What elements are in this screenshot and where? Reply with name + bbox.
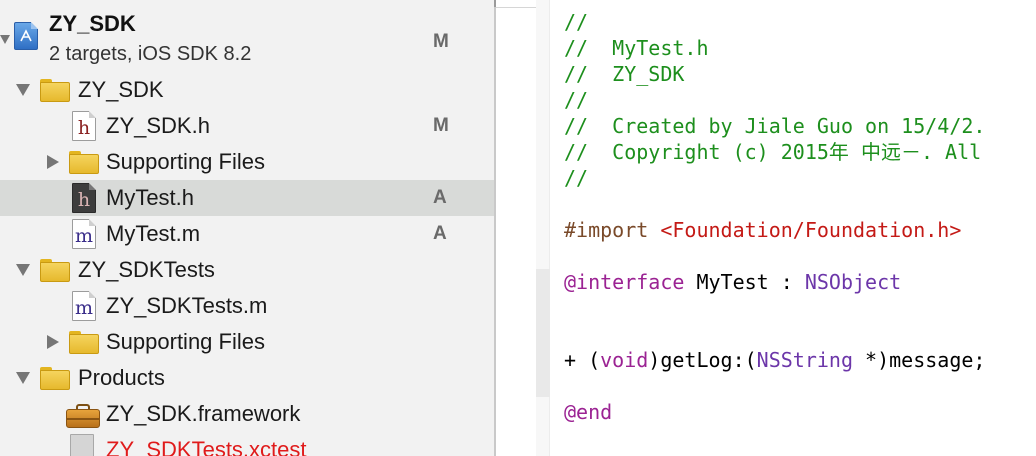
disclosure-triangle-down-icon[interactable]: [0, 34, 14, 48]
code-line-interface[interactable]: @interface MyTest : NSObject: [564, 269, 901, 295]
jump-bar-edge: [496, 7, 536, 8]
group-label: ZY_SDK: [78, 77, 164, 102]
file-label: ZY_SDKTests.xctest: [106, 437, 307, 456]
folder-icon: [40, 259, 70, 282]
source-control-status-badge: A: [433, 223, 447, 244]
code-line-import[interactable]: #import <Foundation/Foundation.h>: [564, 217, 961, 243]
source-control-status-badge: M: [433, 115, 449, 136]
framework-toolbox-icon: [66, 404, 100, 428]
code-line-6[interactable]: // Copyright (c) 2015年 中远－. All: [564, 139, 981, 165]
file-row-zy-sdk-framework[interactable]: ZY_SDK.framework: [0, 396, 494, 432]
folder-icon: [69, 331, 99, 354]
return-type: void: [600, 348, 649, 372]
group-label: ZY_SDKTests: [78, 257, 215, 282]
header-file-icon: h: [72, 183, 96, 213]
source-editor[interactable]: // // MyTest.h // ZY_SDK // // Created b…: [536, 0, 1036, 456]
group-row-supporting-files[interactable]: Supporting Files: [0, 144, 494, 180]
project-navigator: ZY_SDK 2 targets, iOS SDK 8.2 M ZY_SDK h…: [0, 0, 494, 456]
test-bundle-icon: [70, 434, 94, 456]
disclosure-triangle-down-icon[interactable]: [16, 371, 30, 385]
code-line-3[interactable]: // ZY_SDK: [564, 61, 684, 87]
implementation-file-icon: m: [72, 219, 96, 249]
file-row-mytest-h[interactable]: h MyTest.h A: [0, 180, 494, 216]
code-line-end[interactable]: @end: [564, 399, 612, 425]
implementation-file-icon: m: [72, 291, 96, 321]
code-line-4[interactable]: //: [564, 87, 588, 113]
source-control-status-badge: M: [433, 31, 449, 52]
group-row-zy-sdktests[interactable]: ZY_SDKTests: [0, 252, 494, 288]
import-path: <Foundation/Foundation.h>: [660, 218, 962, 242]
disclosure-triangle-down-icon[interactable]: [16, 263, 30, 277]
disclosure-triangle-right-icon[interactable]: [46, 335, 60, 349]
source-control-status-badge: A: [433, 187, 447, 208]
folder-icon: [69, 151, 99, 174]
param-type: NSString: [756, 348, 853, 372]
superclass-name: NSObject: [804, 270, 902, 294]
group-row-zy-sdk[interactable]: ZY_SDK: [0, 72, 494, 108]
method-selector: )getLog:(: [648, 348, 757, 372]
gutter-focus-highlight: [536, 269, 550, 397]
disclosure-triangle-right-icon[interactable]: [46, 155, 60, 169]
code-line-5[interactable]: // Created by Jiale Guo on 15/4/2.: [564, 113, 985, 139]
folder-icon: [40, 79, 70, 102]
group-label: Supporting Files: [106, 329, 265, 354]
file-row-zy-sdk-h[interactable]: h ZY_SDK.h M: [0, 108, 494, 144]
file-row-zy-sdktests-m[interactable]: m ZY_SDKTests.m: [0, 288, 494, 324]
file-label: MyTest.h: [106, 185, 195, 210]
project-name: ZY_SDK: [49, 11, 136, 36]
file-label: ZY_SDK.h: [106, 113, 210, 138]
editor-margin: [496, 0, 536, 456]
code-line-method[interactable]: + (void)getLog:(NSString *)message;: [564, 347, 985, 373]
interface-keyword: @interface: [564, 270, 685, 294]
folder-icon: [40, 367, 70, 390]
file-label: MyTest.m: [106, 221, 201, 246]
file-label: ZY_SDK.framework: [106, 401, 301, 426]
file-label: ZY_SDKTests.m: [106, 293, 268, 318]
code-line-2[interactable]: // MyTest.h: [564, 35, 709, 61]
file-row-mytest-m[interactable]: m MyTest.m A: [0, 216, 494, 252]
xcode-project-icon: [14, 22, 38, 50]
group-row-products[interactable]: Products: [0, 360, 494, 396]
import-directive: #import: [564, 218, 661, 242]
disclosure-triangle-down-icon[interactable]: [16, 83, 30, 97]
header-file-icon: h: [72, 111, 96, 141]
project-subtitle: 2 targets, iOS SDK 8.2: [49, 43, 252, 65]
method-prefix: + (: [564, 348, 601, 372]
group-label: Supporting Files: [106, 149, 265, 174]
class-name: MyTest :: [684, 270, 805, 294]
group-row-supporting-files-tests[interactable]: Supporting Files: [0, 324, 494, 360]
code-line-7[interactable]: //: [564, 165, 588, 191]
code-line-1[interactable]: //: [564, 9, 588, 35]
method-suffix: *)message;: [853, 348, 986, 372]
group-label: Products: [78, 365, 165, 390]
file-row-zy-sdktests-xctest[interactable]: ZY_SDKTests.xctest: [0, 432, 494, 456]
